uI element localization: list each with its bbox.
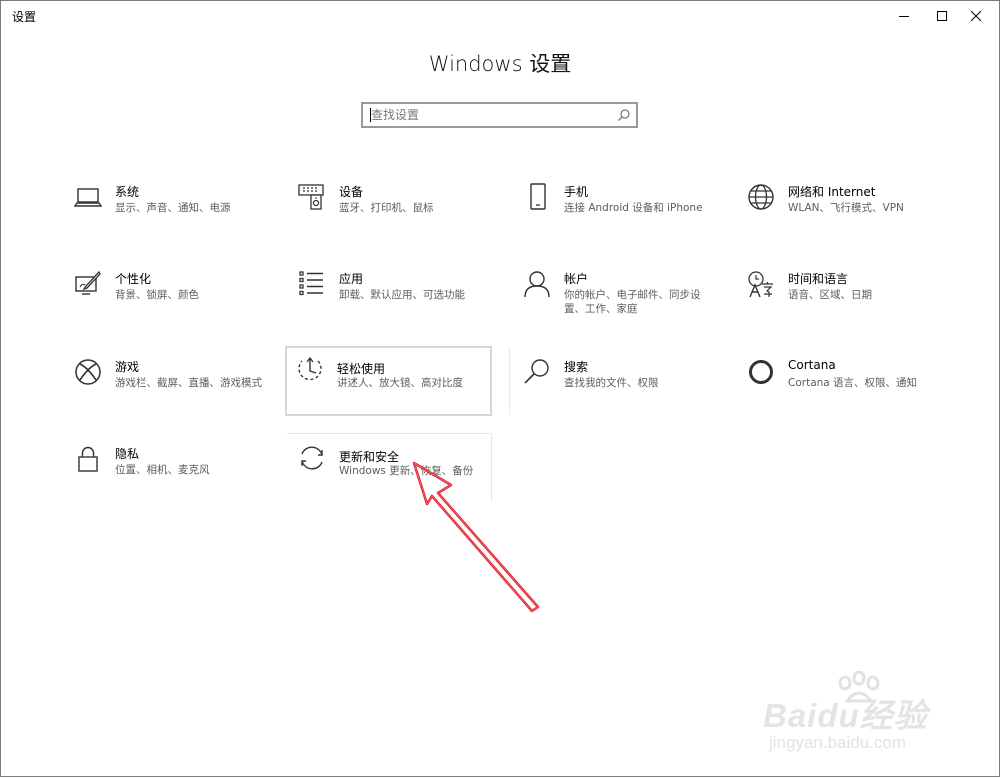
globe-icon <box>747 183 775 211</box>
lock-icon <box>74 445 102 473</box>
sync-icon <box>298 444 326 472</box>
tile-ease-of-access[interactable]: 轻松使用 讲述人、放大镜、高对比度 <box>285 346 492 416</box>
watermark-url: jingyan.baidu.com <box>769 733 907 752</box>
time-language-icon <box>747 270 775 298</box>
tile-accounts[interactable]: 帐户 你的帐户、电子邮件、同步设置、工作、家庭 <box>511 260 717 328</box>
tile-personalization[interactable]: 个性化 背景、锁屏、颜色 <box>62 260 268 328</box>
tile-name: 更新和安全 <box>339 450 400 464</box>
close-icon <box>970 10 982 22</box>
phone-icon <box>523 183 551 211</box>
tile-name: 网络和 Internet <box>788 185 876 199</box>
divider <box>509 347 510 415</box>
minimize-button[interactable] <box>887 1 921 31</box>
maximize-button[interactable] <box>925 1 959 31</box>
cortana-icon <box>747 358 775 386</box>
tile-name: 设备 <box>339 185 364 199</box>
search-icon[interactable] <box>617 108 631 122</box>
minimize-icon <box>899 16 909 17</box>
tile-name: 时间和语言 <box>788 272 849 286</box>
tile-name: Cortana <box>788 358 836 372</box>
ease-of-access-icon <box>296 356 324 384</box>
search-input[interactable] <box>371 106 601 124</box>
tile-devices[interactable]: 设备 蓝牙、打印机、鼠标 <box>286 173 492 241</box>
person-icon <box>523 270 551 298</box>
page-title: Windows 设置 <box>428 52 572 76</box>
tile-description: 语音、区域、日期 <box>788 289 872 301</box>
tile-system[interactable]: 系统 显示、声音、通知、电源 <box>62 173 268 241</box>
settings-window: 设置 Windows 设置 系统 显示、声音、通知、电源 设备 <box>0 0 1000 777</box>
close-button[interactable] <box>959 1 993 31</box>
tile-name: 游戏 <box>115 360 140 374</box>
tile-cortana[interactable]: Cortana Cortana 语言、权限、通知 <box>735 348 941 416</box>
maximize-icon <box>937 11 947 21</box>
xbox-icon <box>74 358 102 386</box>
tile-name: 隐私 <box>115 447 140 461</box>
tile-search[interactable]: 搜索 查找我的文件、权限 <box>511 348 717 416</box>
tile-description: 你的帐户、电子邮件、同步设置、工作、家庭 <box>564 289 701 315</box>
title-bar[interactable]: 设置 <box>1 1 999 31</box>
tile-description: 游戏栏、截屏、直播、游戏模式 <box>115 377 262 389</box>
tile-description: 位置、相机、麦克风 <box>115 464 210 476</box>
tile-name: 系统 <box>115 185 140 199</box>
tile-description: 讲述人、放大镜、高对比度 <box>337 377 463 389</box>
tile-time-language[interactable]: 时间和语言 语音、区域、日期 <box>735 260 941 328</box>
tile-network[interactable]: 网络和 Internet WLAN、飞行模式、VPN <box>735 173 941 241</box>
tile-description: Cortana 语言、权限、通知 <box>788 377 918 389</box>
tile-name: 手机 <box>564 185 589 199</box>
tile-description: 连接 Android 设备和 iPhone <box>564 202 703 214</box>
search-icon <box>523 358 551 386</box>
tile-description: 查找我的文件、权限 <box>564 377 659 389</box>
apps-list-icon <box>298 270 326 298</box>
tile-description: Windows 更新、恢复、备份 <box>339 465 474 477</box>
laptop-icon <box>74 183 102 211</box>
watermark-brand: Baidu经验 <box>763 697 928 734</box>
tile-description: 卸载、默认应用、可选功能 <box>339 289 465 301</box>
personalization-icon <box>74 270 102 298</box>
tile-name: 轻松使用 <box>337 362 386 376</box>
search-box[interactable] <box>361 102 638 128</box>
tile-name: 个性化 <box>115 272 152 286</box>
tile-description: 显示、声音、通知、电源 <box>115 202 231 214</box>
app-title: 设置 <box>12 10 37 24</box>
watermark: Baidu经验 jingyan.baidu.com <box>763 671 973 761</box>
tile-phone[interactable]: 手机 连接 Android 设备和 iPhone <box>511 173 717 241</box>
tile-gaming[interactable]: 游戏 游戏栏、截屏、直播、游戏模式 <box>62 348 268 416</box>
tile-description: WLAN、飞行模式、VPN <box>788 202 904 214</box>
tile-update-security[interactable]: 更新和安全 Windows 更新、恢复、备份 <box>286 433 492 503</box>
tile-name: 应用 <box>339 272 364 286</box>
paw-logo-icon <box>838 671 880 703</box>
tile-name: 帐户 <box>564 272 589 286</box>
tile-description: 蓝牙、打印机、鼠标 <box>339 202 434 214</box>
tile-apps[interactable]: 应用 卸载、默认应用、可选功能 <box>286 260 492 328</box>
tile-description: 背景、锁屏、颜色 <box>115 289 199 301</box>
tile-privacy[interactable]: 隐私 位置、相机、麦克风 <box>62 435 268 503</box>
devices-icon <box>298 183 326 211</box>
tile-name: 搜索 <box>564 360 589 374</box>
